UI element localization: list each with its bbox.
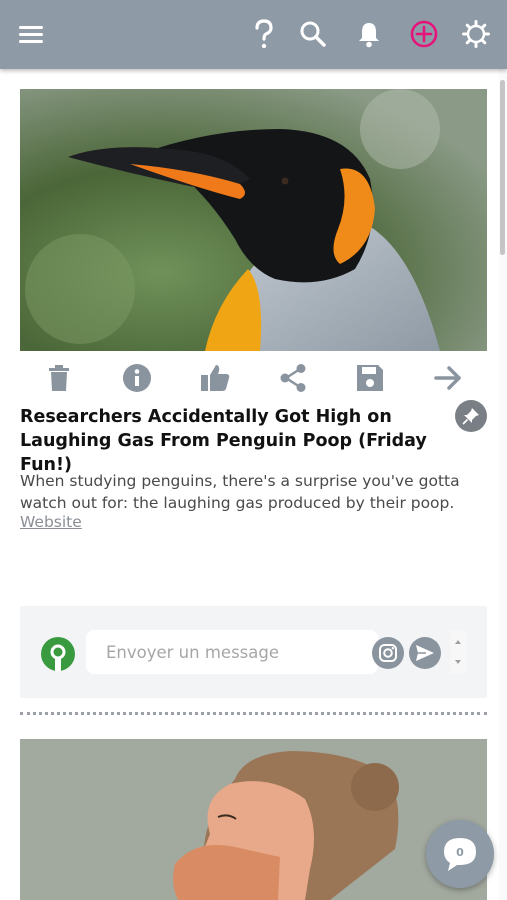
penguin-image (20, 89, 487, 351)
instagram-icon (379, 644, 397, 662)
add-circle-icon[interactable] (408, 18, 440, 50)
info-icon[interactable] (119, 360, 155, 396)
send-button[interactable] (409, 637, 441, 669)
search-icon[interactable] (297, 18, 329, 50)
pin-button[interactable] (455, 400, 487, 432)
top-bar (0, 0, 507, 69)
menu-icon[interactable] (15, 18, 47, 50)
chat-count: 0 (456, 845, 464, 859)
scrollbar-thumb[interactable] (500, 80, 505, 255)
post-actions (20, 360, 487, 398)
send-icon (416, 645, 434, 661)
post-description: When studying penguins, there's a surpri… (20, 472, 460, 512)
message-stepper[interactable] (450, 630, 466, 674)
instagram-button[interactable] (372, 637, 404, 669)
save-icon[interactable] (352, 360, 388, 396)
post-title[interactable]: Researchers Accidentally Got High on Lau… (20, 405, 450, 477)
gear-icon[interactable] (460, 18, 492, 50)
post-image[interactable] (20, 89, 487, 351)
thumbs-up-icon[interactable] (197, 360, 233, 396)
message-panel (20, 606, 487, 698)
website-link[interactable]: Website (20, 513, 82, 531)
message-input[interactable] (86, 630, 378, 674)
pin-icon (462, 408, 479, 425)
separator (20, 712, 487, 715)
avatar[interactable] (40, 636, 76, 672)
post-image-2[interactable] (20, 739, 487, 900)
help-icon[interactable] (248, 18, 280, 50)
arrow-right-icon[interactable] (430, 360, 466, 396)
chat-button[interactable]: 0 (426, 820, 494, 888)
share-icon[interactable] (275, 360, 311, 396)
trash-icon[interactable] (41, 360, 77, 396)
person-image (20, 739, 487, 900)
bell-icon[interactable] (353, 18, 385, 50)
